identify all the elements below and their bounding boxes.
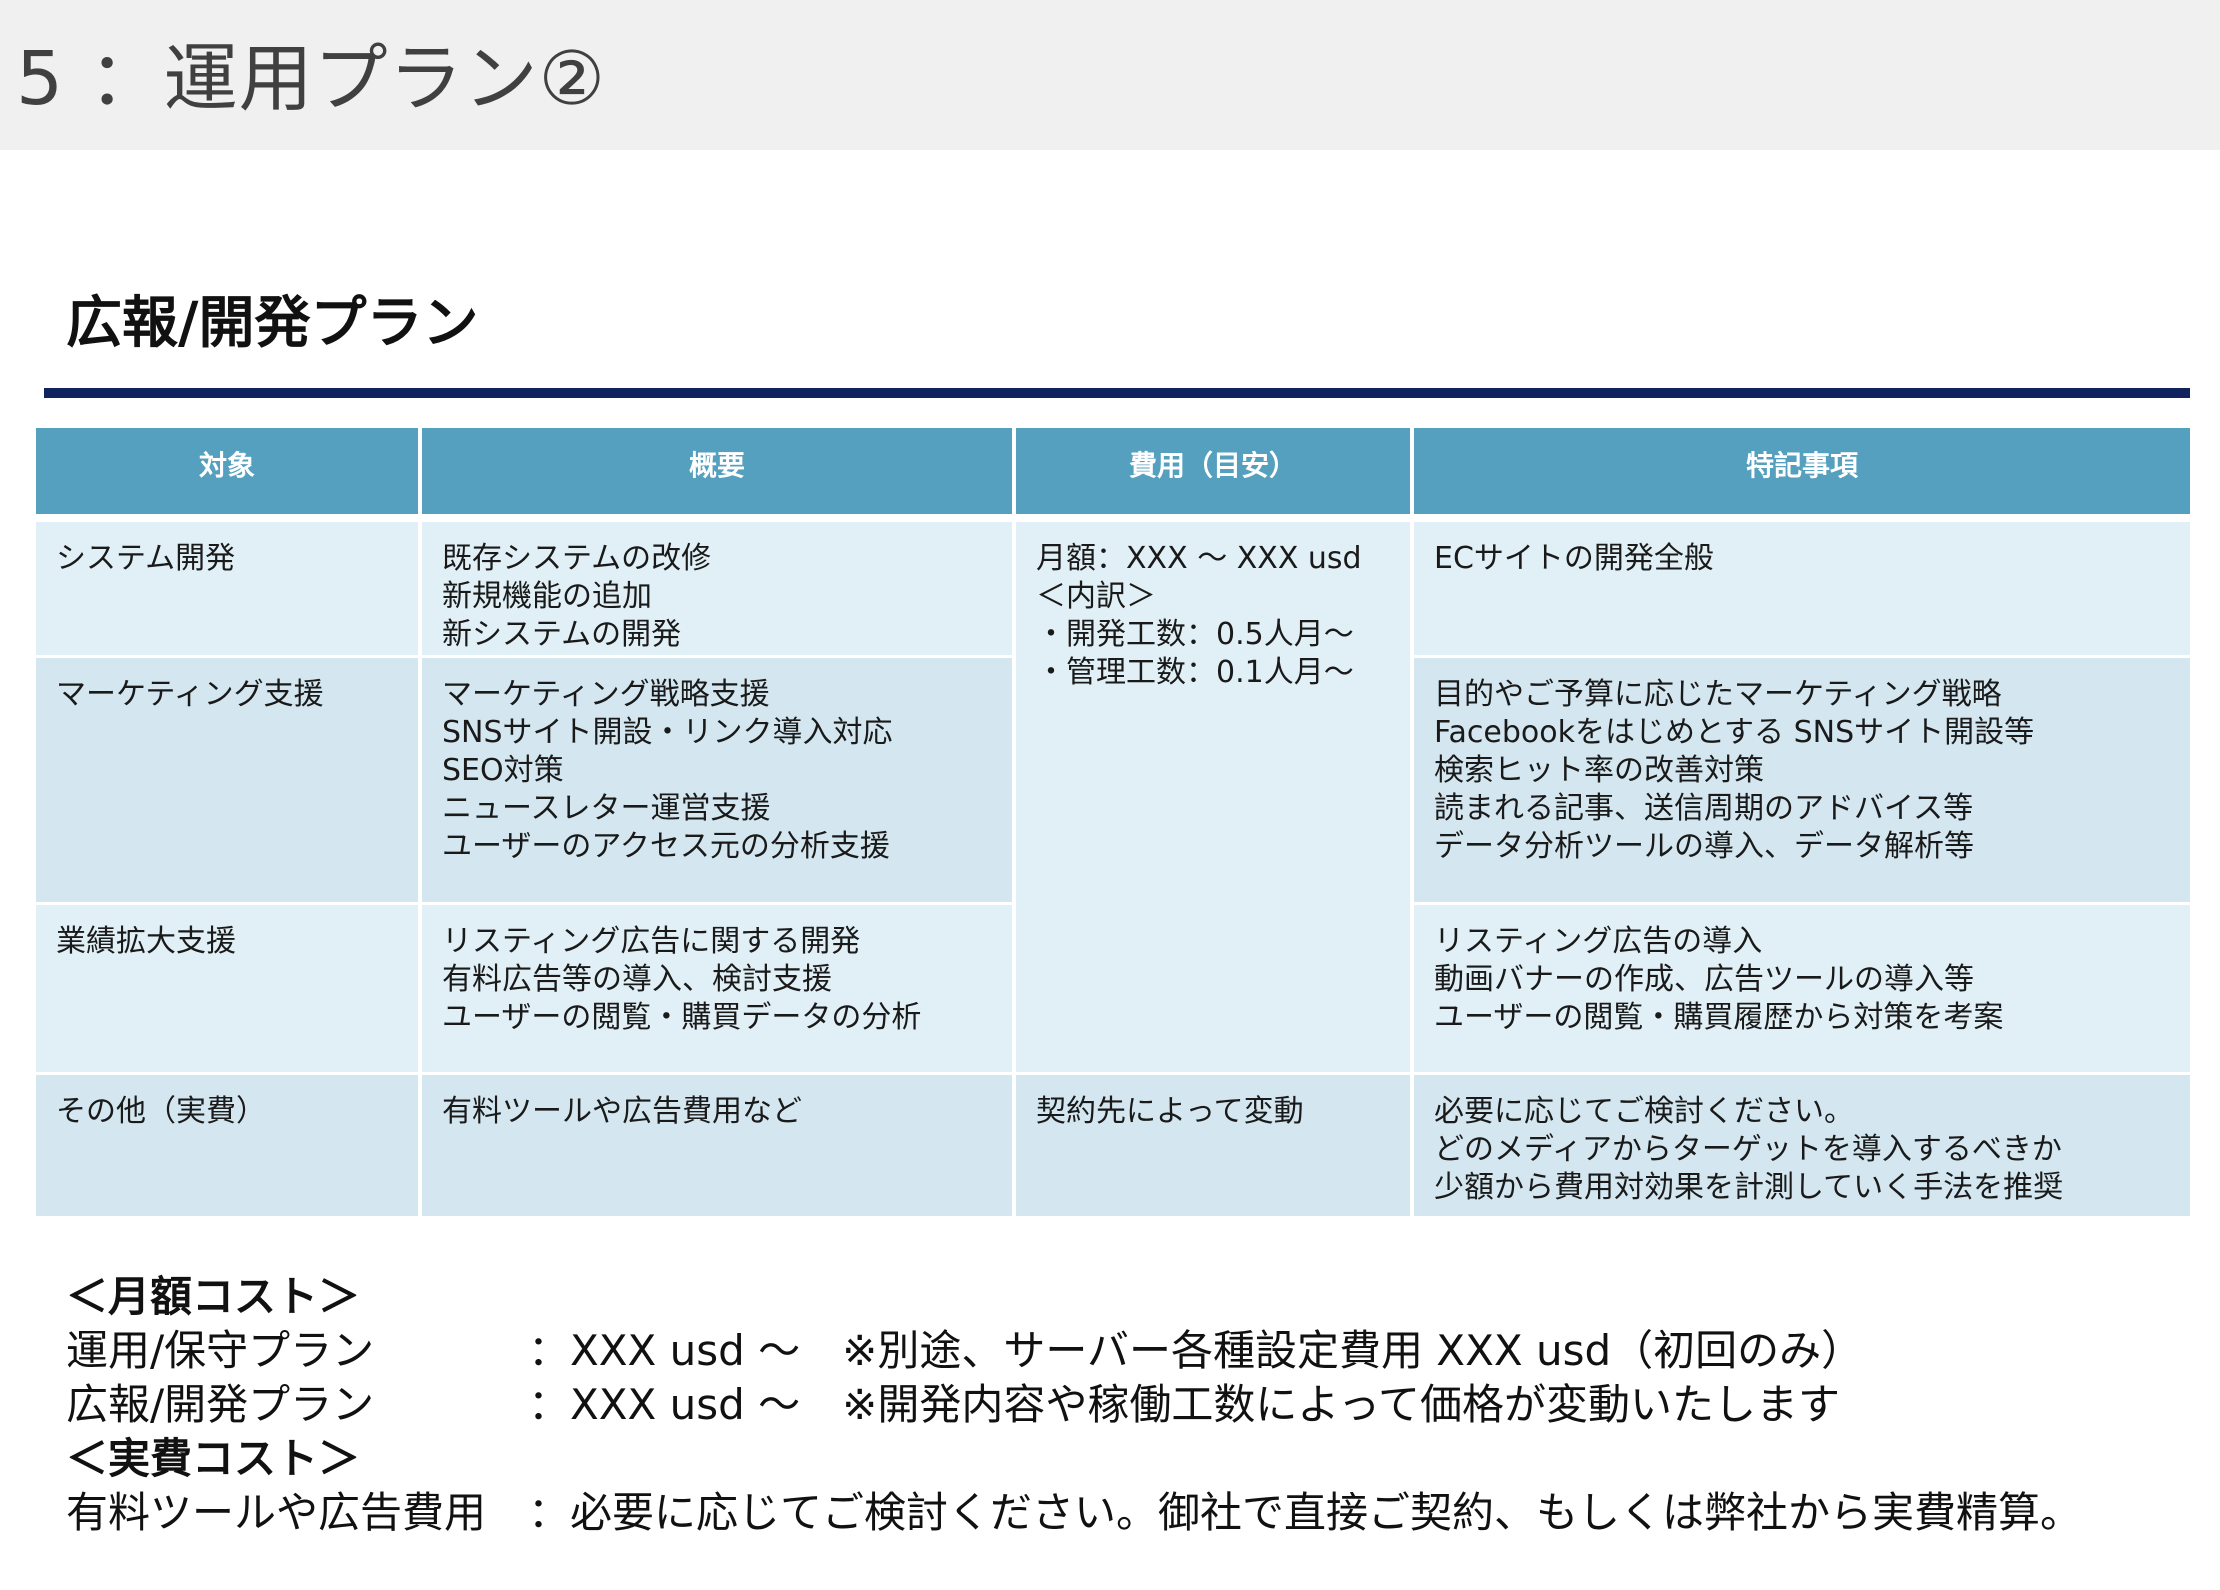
cell-text: 読まれる記事、送信周期のアドバイス等 xyxy=(1434,791,1974,826)
cell-text: 既存システムの改修 xyxy=(442,541,712,576)
column-header-summary: 概要 xyxy=(422,428,1012,514)
table-cell-cost: 契約先によって変動 xyxy=(1016,1072,1410,1216)
heading-text: ＜実費コスト＞ xyxy=(66,1434,361,1483)
cost-line-value: ：XXX usd 〜 ※別途、サーバー各種設定費用 XXX usd（初回のみ） xyxy=(528,1326,1864,1375)
cell-text: 契約先によって変動 xyxy=(1036,1094,1304,1129)
cost-summary: ＜月額コスト＞ 運用/保守プラン ：XXX usd 〜 ※別途、サーバー各種設定… xyxy=(66,1270,2082,1540)
cost-line-value: ：XXX usd 〜 ※開発内容や稼働工数によって価格が変動いたします xyxy=(528,1380,1841,1429)
plan-table: 対象 概要 費用（目安） 特記事項 システム開発 既存システムの改修 新規機能の… xyxy=(36,428,2190,1216)
cell-text: ユーザーの閲覧・購買データの分析 xyxy=(442,1000,922,1035)
cost-line-value: ：必要に応じてご検討ください。御社で直接ご契約、もしくは弊社から実費精算。 xyxy=(528,1488,2083,1537)
cell-text: システム開発 xyxy=(56,541,236,576)
cell-text: 有料ツールや広告費用など xyxy=(442,1094,802,1129)
cost-line: 運用/保守プラン ：XXX usd 〜 ※別途、サーバー各種設定費用 XXX u… xyxy=(66,1324,1863,1378)
cell-text: ＜内訳＞ xyxy=(1036,579,1156,614)
cell-text: 目的やご予算に応じたマーケティング戦略 xyxy=(1434,677,2002,712)
heading-text: ＜月額コスト＞ xyxy=(66,1272,361,1321)
monthly-cost-heading: ＜月額コスト＞ xyxy=(66,1270,360,1324)
cell-text: 新システムの開発 xyxy=(442,617,682,652)
cell-text: リスティング広告の導入 xyxy=(1434,924,1763,959)
cell-text: 有料広告等の導入、検討支援 xyxy=(442,962,832,997)
column-header-target: 対象 xyxy=(36,428,418,514)
table-cell-notes: リスティング広告の導入 動画バナーの作成、広告ツールの導入等 ユーザーの閲覧・購… xyxy=(1414,902,2190,1072)
cell-text: 新規機能の追加 xyxy=(442,579,652,614)
table-cell-target: 業績拡大支援 xyxy=(36,902,418,1072)
cell-text: SEO対策 xyxy=(442,753,564,788)
cell-text: 月額：XXX 〜 XXX usd xyxy=(1036,541,1362,576)
table-cell-notes: ECサイトの開発全般 xyxy=(1414,522,2190,655)
cell-text: リスティング広告に関する開発 xyxy=(442,924,861,959)
slide-title: 5 ：運用プラン② xyxy=(16,36,606,122)
table-cell-notes: 目的やご予算に応じたマーケティング戦略 Facebookをはじめとする SNSサ… xyxy=(1414,655,2190,902)
table-cell-summary: マーケティング戦略支援 SNSサイト開設・リンク導入対応 SEO対策 ニュースレ… xyxy=(422,655,1012,902)
column-header-notes: 特記事項 xyxy=(1414,428,2190,514)
table-cell-summary: リスティング広告に関する開発 有料広告等の導入、検討支援 ユーザーの閲覧・購買デ… xyxy=(422,902,1012,1072)
cell-text: 業績拡大支援 xyxy=(56,924,236,959)
cell-text: 検索ヒット率の改善対策 xyxy=(1434,753,1764,788)
cost-line: 有料ツールや広告費用 ：必要に応じてご検討ください。御社で直接ご契約、もしくは弊… xyxy=(66,1486,2082,1540)
actual-cost-heading: ＜実費コスト＞ xyxy=(66,1432,360,1486)
cell-text: マーケティング戦略支援 xyxy=(442,677,770,712)
cell-text: ・管理工数：0.1人月〜 xyxy=(1036,655,1354,690)
table-cell-summary: 有料ツールや広告費用など xyxy=(422,1072,1012,1216)
cell-text: SNSサイト開設・リンク導入対応 xyxy=(442,715,893,750)
cell-text: その他（実費） xyxy=(56,1094,266,1129)
section-divider xyxy=(44,388,2190,398)
cell-text: ・開発工数：0.5人月〜 xyxy=(1036,617,1354,652)
cell-text: どのメディアからターゲットを導入するべきか xyxy=(1434,1132,2062,1167)
cell-text: マーケティング支援 xyxy=(56,677,324,712)
table-cell-summary: 既存システムの改修 新規機能の追加 新システムの開発 xyxy=(422,522,1012,655)
cell-text: 動画バナーの作成、広告ツールの導入等 xyxy=(1434,962,1974,997)
table-cell-target: その他（実費） xyxy=(36,1072,418,1216)
cell-text: 必要に応じてご検討ください。 xyxy=(1434,1094,1854,1129)
section-title: 広報/開発プラン xyxy=(66,291,479,356)
cell-text: 少額から費用対効果を計測していく手法を推奨 xyxy=(1434,1170,2064,1205)
table-cell-notes: 必要に応じてご検討ください。 どのメディアからターゲットを導入するべきか 少額か… xyxy=(1414,1072,2190,1216)
table-cell-target: システム開発 xyxy=(36,522,418,655)
cost-line: 広報/開発プラン ：XXX usd 〜 ※開発内容や稼働工数によって価格が変動い… xyxy=(66,1378,1840,1432)
cell-text: ユーザーの閲覧・購買履歴から対策を考案 xyxy=(1434,1000,2004,1035)
cost-line-label: 広報/開発プラン xyxy=(66,1380,375,1429)
table-cell-shared-cost: 月額：XXX 〜 XXX usd ＜内訳＞ ・開発工数：0.5人月〜 ・管理工数… xyxy=(1016,522,1410,1072)
cost-line-label: 運用/保守プラン xyxy=(66,1326,375,1375)
cell-text: ユーザーのアクセス元の分析支援 xyxy=(442,829,890,864)
cell-text: ECサイトの開発全般 xyxy=(1434,541,1714,576)
table-cell-target: マーケティング支援 xyxy=(36,655,418,902)
cost-line-label: 有料ツールや広告費用 xyxy=(66,1488,487,1537)
cell-text: データ分析ツールの導入、データ解析等 xyxy=(1434,829,1974,864)
cell-text: Facebookをはじめとする SNSサイト開設等 xyxy=(1434,715,2035,750)
cell-text: ニュースレター運営支援 xyxy=(442,791,771,826)
column-header-cost: 費用（目安） xyxy=(1016,428,1410,514)
